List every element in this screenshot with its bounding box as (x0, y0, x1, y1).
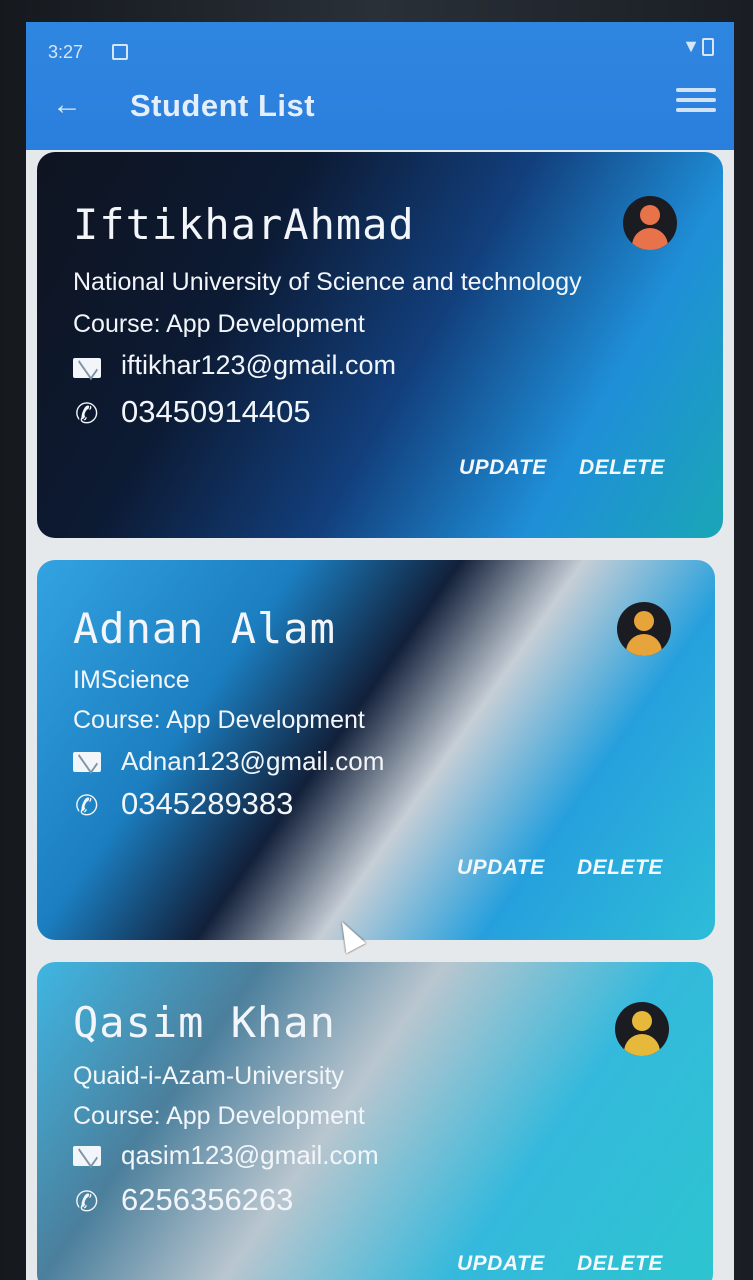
back-arrow-icon[interactable]: ← (52, 90, 82, 120)
list-menu-icon[interactable] (676, 88, 716, 116)
notification-icon (112, 44, 128, 60)
phone-icon: ✆ (75, 398, 99, 429)
student-card: Adnan Alam IMScience Course: App Develop… (37, 560, 715, 940)
phone-icon: ✆ (75, 1186, 99, 1217)
delete-button[interactable]: DELETE (577, 1252, 663, 1276)
page-title: Student List (130, 88, 316, 123)
student-email: Adnan123@gmail.com (121, 746, 385, 776)
student-email: iftikhar123@gmail.com (121, 350, 397, 380)
student-card: IftikharAhmad National University of Sci… (37, 152, 723, 538)
student-name: Adnan Alam (73, 604, 336, 653)
student-course: Course: App Development (73, 310, 365, 338)
phone-icon: ✆ (75, 790, 99, 821)
email-icon (73, 358, 101, 378)
student-university: National University of Science and techn… (73, 268, 582, 296)
person-avatar-icon (617, 602, 671, 656)
student-phone: 03450914405 (121, 394, 311, 429)
student-university: Quaid-i-Azam-University (73, 1062, 344, 1090)
student-course: Course: App Development (73, 706, 365, 734)
student-name: Qasim Khan (73, 998, 336, 1047)
student-email: qasim123@gmail.com (121, 1140, 379, 1170)
delete-button[interactable]: DELETE (579, 456, 665, 480)
battery-icon (702, 38, 714, 56)
update-button[interactable]: UPDATE (457, 1252, 545, 1276)
wifi-icon: ▼ (682, 36, 700, 56)
student-card: Qasim Khan Quaid-i-Azam-University Cours… (37, 962, 713, 1280)
phone-screen: 3:27 ▼ ← Student List IftikharAhmad Nati… (26, 22, 734, 1280)
delete-button[interactable]: DELETE (577, 856, 663, 880)
status-bar: 3:27 ▼ (26, 22, 734, 78)
update-button[interactable]: UPDATE (457, 856, 545, 880)
person-avatar-icon (623, 196, 677, 250)
student-university: IMScience (73, 666, 190, 694)
email-icon (73, 1146, 101, 1166)
student-name: IftikharAhmad (73, 200, 415, 249)
student-phone: 0345289383 (121, 786, 294, 821)
person-avatar-icon (615, 1002, 669, 1056)
student-phone: 6256356263 (121, 1182, 294, 1217)
email-icon (73, 752, 101, 772)
update-button[interactable]: UPDATE (459, 456, 547, 480)
app-bar: 3:27 ▼ ← Student List (26, 22, 734, 150)
status-time: 3:27 (48, 42, 84, 62)
student-course: Course: App Development (73, 1102, 365, 1130)
